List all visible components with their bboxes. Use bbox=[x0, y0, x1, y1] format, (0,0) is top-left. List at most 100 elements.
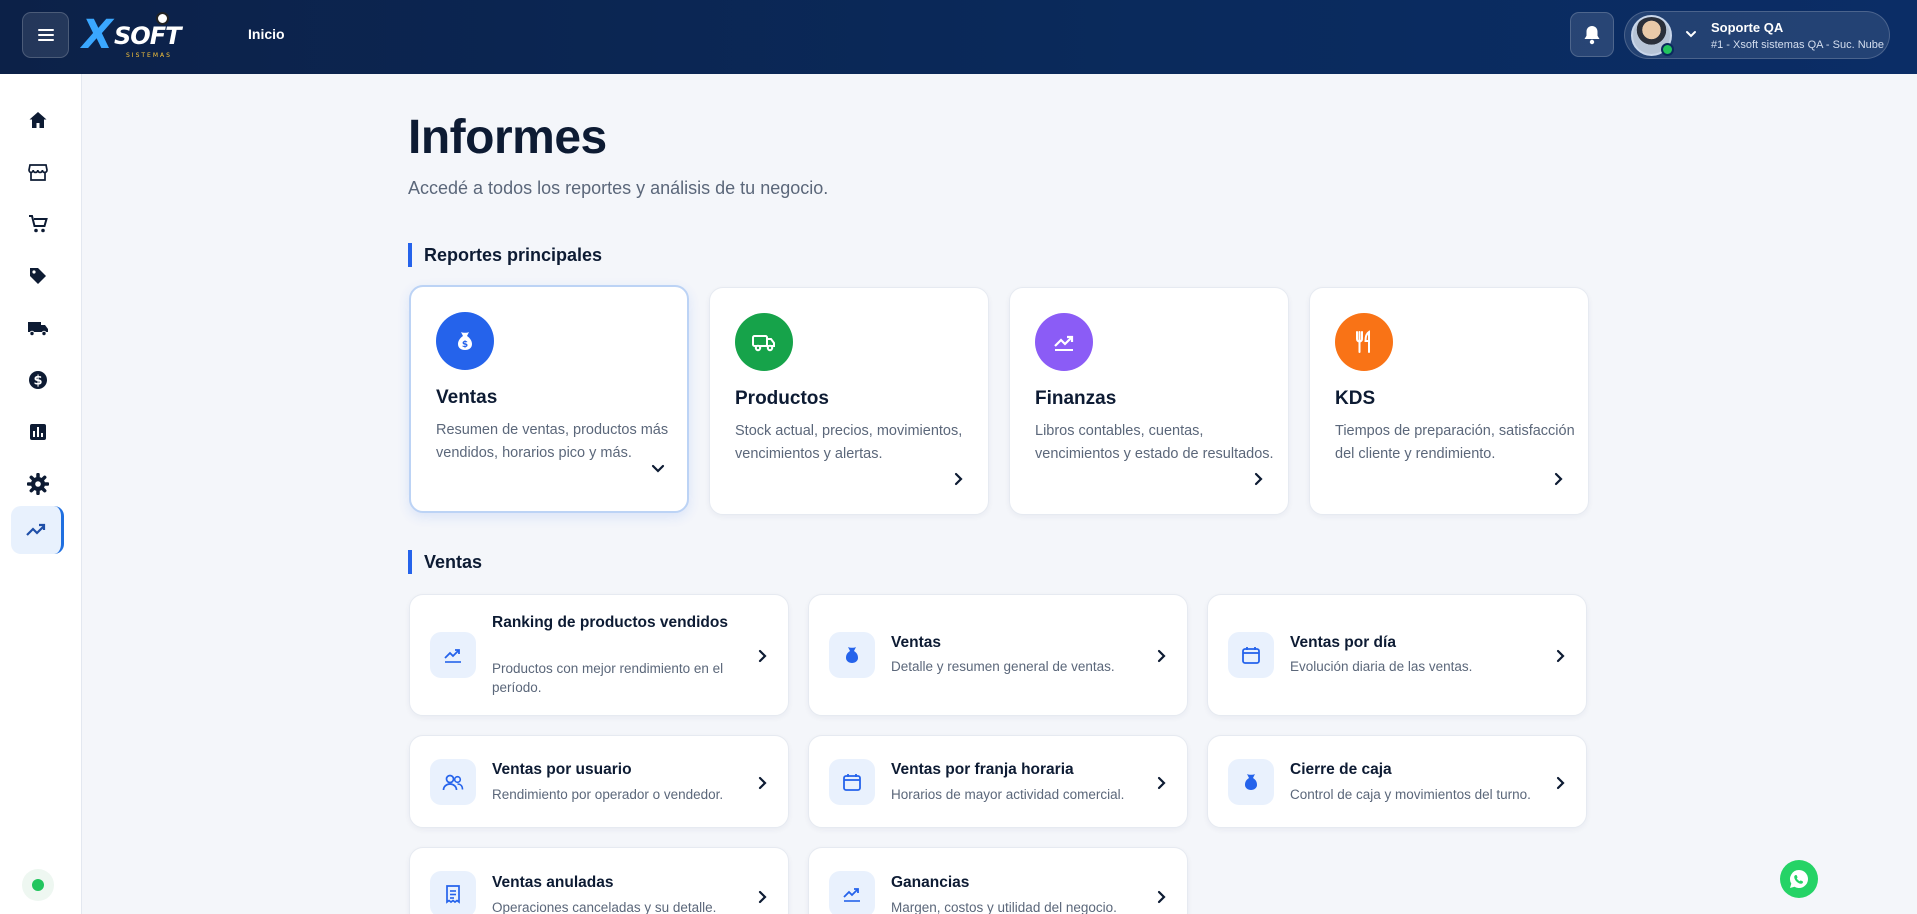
page-title: Informes bbox=[408, 111, 607, 164]
chevron-down-icon bbox=[1686, 31, 1696, 38]
svg-text:$: $ bbox=[462, 340, 468, 350]
trending-up-icon bbox=[1035, 313, 1093, 371]
truck-icon bbox=[27, 322, 48, 337]
sidebar-item-reports[interactable] bbox=[11, 506, 64, 554]
report-card-ventas[interactable]: $ Ventas Resumen de ventas, productos má… bbox=[409, 285, 689, 513]
connection-status bbox=[22, 869, 54, 901]
top-header: X SOFT SISTEMAS Inicio Soporte QA #1 - X… bbox=[0, 0, 1917, 74]
report-desc: Horarios de mayor actividad comercial. bbox=[891, 787, 1125, 802]
report-title: Ventas por día bbox=[1290, 634, 1396, 651]
chevron-right-icon bbox=[1157, 649, 1166, 663]
notifications-button[interactable] bbox=[1570, 12, 1614, 57]
user-name: Soporte QA bbox=[1711, 20, 1784, 35]
sidebar-item-cart[interactable] bbox=[11, 200, 64, 248]
menu-toggle-button[interactable] bbox=[22, 12, 69, 58]
store-icon bbox=[27, 164, 48, 181]
chevron-right-icon[interactable] bbox=[1552, 472, 1566, 486]
users-icon bbox=[430, 759, 476, 805]
report-title: Ventas por usuario bbox=[492, 761, 632, 778]
svg-text:$: $ bbox=[33, 374, 42, 389]
chevron-right-icon bbox=[758, 776, 767, 790]
report-card-title: Finanzas bbox=[1035, 388, 1117, 409]
sidebar-item-delivery[interactable] bbox=[11, 304, 64, 352]
report-card-desc: Tiempos de preparación, satisfacción del… bbox=[1335, 423, 1575, 462]
whatsapp-icon bbox=[1790, 870, 1808, 888]
sidebar-item-tags[interactable] bbox=[11, 252, 64, 300]
trending-up-icon bbox=[829, 871, 875, 914]
report-ventas-por-franja[interactable]: Ventas por franja horaria Horarios de ma… bbox=[808, 735, 1188, 828]
soccer-ball-icon bbox=[156, 12, 169, 25]
report-title: Cierre de caja bbox=[1290, 761, 1392, 778]
report-ventas-por-dia[interactable]: Ventas por día Evolución diaria de las v… bbox=[1207, 594, 1587, 716]
online-status-dot bbox=[1661, 43, 1674, 56]
report-ventas-anuladas[interactable]: Ventas anuladas Operaciones canceladas y… bbox=[409, 847, 789, 914]
bell-icon bbox=[1584, 25, 1600, 44]
report-cierre-de-caja[interactable]: Cierre de caja Control de caja y movimie… bbox=[1207, 735, 1587, 828]
gear-icon bbox=[26, 473, 49, 495]
truck-icon bbox=[735, 313, 793, 371]
chevron-right-icon bbox=[1157, 890, 1166, 904]
sidebar-item-stats[interactable] bbox=[11, 408, 64, 456]
report-desc: Rendimiento por operador o vendedor. bbox=[492, 787, 724, 802]
chevron-right-icon[interactable] bbox=[1252, 472, 1266, 486]
report-card-title: Ventas bbox=[436, 387, 498, 408]
calendar-icon bbox=[829, 759, 875, 805]
report-desc: Operaciones canceladas y su detalle. bbox=[492, 900, 717, 914]
report-desc: Margen, costos y utilidad del negocio. bbox=[891, 900, 1117, 914]
chevron-right-icon[interactable] bbox=[952, 472, 966, 486]
sidebar-item-finance[interactable]: $ bbox=[11, 356, 64, 404]
trending-up-icon bbox=[430, 632, 476, 678]
hamburger-icon bbox=[37, 29, 54, 41]
report-ranking-productos[interactable]: Ranking de productos vendidos Productos … bbox=[409, 594, 789, 716]
report-ganancias[interactable]: Ganancias Margen, costos y utilidad del … bbox=[808, 847, 1188, 914]
whatsapp-button[interactable] bbox=[1780, 860, 1818, 898]
report-title: Ventas anuladas bbox=[492, 874, 614, 891]
report-title: Ganancias bbox=[891, 874, 970, 891]
report-card-finanzas[interactable]: Finanzas Libros contables, cuentas, venc… bbox=[1009, 287, 1289, 515]
cart-icon bbox=[28, 215, 48, 233]
section-title-ventas: Ventas bbox=[408, 550, 482, 574]
dollar-icon: $ bbox=[28, 371, 47, 389]
money-icon bbox=[829, 632, 875, 678]
report-desc: Productos con mejor rendimiento en el pe… bbox=[492, 661, 724, 695]
report-desc: Control de caja y movimientos del turno. bbox=[1290, 787, 1531, 802]
report-title: Ventas por franja horaria bbox=[891, 761, 1074, 778]
report-desc: Detalle y resumen general de ventas. bbox=[891, 659, 1115, 674]
report-card-title: Productos bbox=[735, 388, 829, 409]
trending-up-icon bbox=[26, 523, 46, 536]
chevron-down-icon[interactable] bbox=[651, 462, 665, 476]
report-card-desc: Libros contables, cuentas, vencimientos … bbox=[1035, 423, 1274, 462]
home-icon bbox=[29, 112, 46, 128]
utensils-icon bbox=[1335, 313, 1393, 371]
page-subtitle: Accedé a todos los reportes y análisis d… bbox=[408, 178, 829, 198]
sidebar-item-store[interactable] bbox=[11, 148, 64, 196]
report-title: Ranking de productos vendidos bbox=[492, 614, 728, 631]
receipt-icon bbox=[430, 871, 476, 914]
report-card-kds[interactable]: KDS Tiempos de preparación, satisfacción… bbox=[1309, 287, 1589, 515]
status-dot bbox=[32, 879, 44, 891]
report-card-desc: Stock actual, precios, movimientos, venc… bbox=[735, 423, 963, 462]
chevron-right-icon bbox=[758, 890, 767, 904]
report-ventas-por-usuario[interactable]: Ventas por usuario Rendimiento por opera… bbox=[409, 735, 789, 828]
report-card-productos[interactable]: Productos Stock actual, precios, movimie… bbox=[709, 287, 989, 515]
report-title: Ventas bbox=[891, 634, 941, 651]
user-branch: #1 - Xsoft sistemas QA - Suc. Nube bbox=[1711, 39, 1885, 51]
user-menu[interactable]: Soporte QA #1 - Xsoft sistemas QA - Suc.… bbox=[1624, 11, 1890, 59]
report-card-title: KDS bbox=[1335, 388, 1376, 409]
sidebar-item-home[interactable] bbox=[11, 96, 64, 144]
sidebar: $ bbox=[0, 74, 82, 914]
report-desc: Evolución diaria de las ventas. bbox=[1290, 659, 1473, 674]
money-icon: $ bbox=[436, 312, 494, 370]
chevron-right-icon bbox=[1157, 776, 1166, 790]
report-card-desc: Resumen de ventas, productos más vendido… bbox=[436, 422, 669, 461]
bar-chart-icon bbox=[29, 424, 46, 440]
report-ventas[interactable]: Ventas Detalle y resumen general de vent… bbox=[808, 594, 1188, 716]
breadcrumb[interactable]: Inicio bbox=[248, 26, 285, 42]
chevron-right-icon bbox=[1556, 649, 1565, 663]
calendar-icon bbox=[1228, 632, 1274, 678]
chevron-right-icon bbox=[1556, 776, 1565, 790]
chevron-right-icon bbox=[758, 649, 767, 663]
money-icon bbox=[1228, 759, 1274, 805]
sidebar-item-settings[interactable] bbox=[11, 460, 64, 508]
xsoft-logo[interactable]: X SOFT SISTEMAS bbox=[80, 8, 185, 59]
